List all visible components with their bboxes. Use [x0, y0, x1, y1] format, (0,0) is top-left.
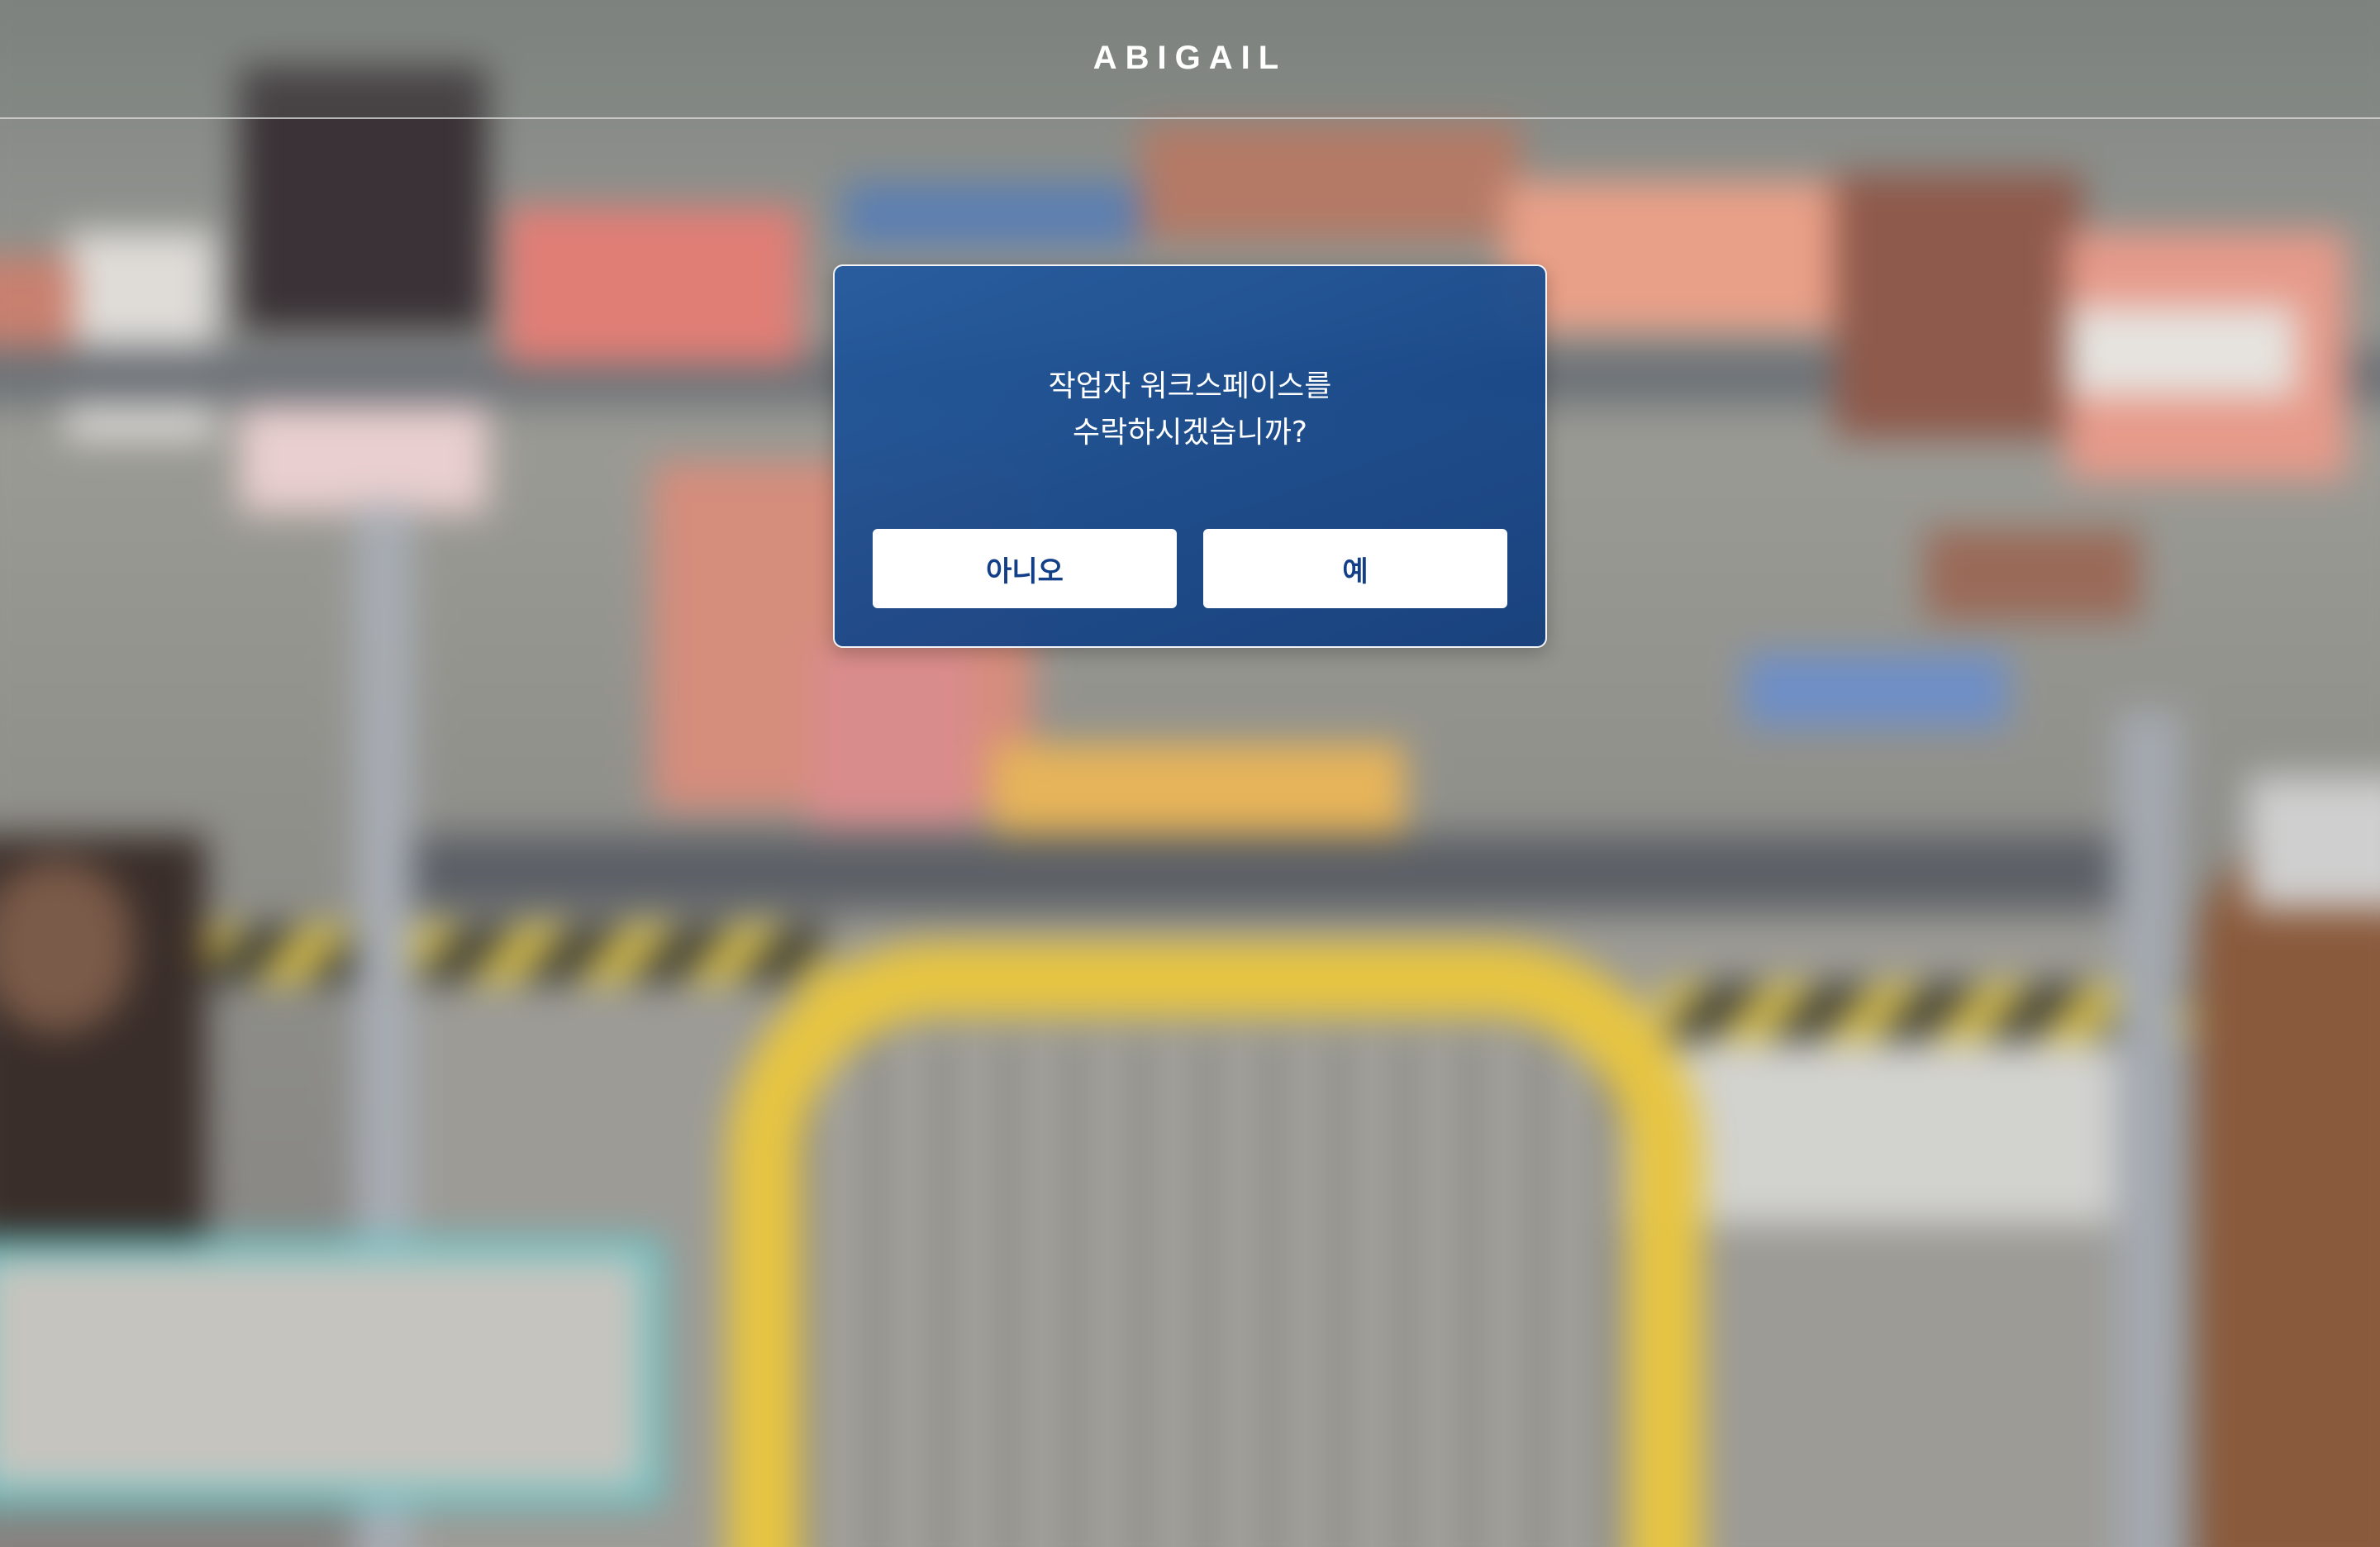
background-shape [843, 182, 1140, 248]
no-button[interactable]: 아니오 [873, 529, 1177, 608]
background-shape [2066, 306, 2297, 397]
background-shape [727, 942, 1702, 1547]
background-shape [66, 231, 215, 438]
background-shape [1925, 529, 2140, 620]
dialog-message-line-2: 수락하시겠습니까? [1072, 416, 1308, 450]
background-shape [2248, 777, 2380, 909]
background-shape [810, 645, 975, 826]
background-shape [504, 207, 802, 364]
accept-workspace-dialog: 작업자 워크스페이스를 수락하시겠습니까? 아니오 예 [833, 264, 1547, 648]
blurred-camera-background [0, 0, 2380, 1547]
top-bar: ABIGAIL [0, 0, 2380, 119]
background-shape [1744, 653, 2008, 727]
app-title: ABIGAIL [1092, 39, 1288, 76]
background-shape [198, 926, 826, 983]
background-shape [0, 1240, 661, 1504]
background-shape [0, 859, 132, 1033]
yes-button[interactable]: 예 [1203, 529, 1507, 608]
background-shape [992, 744, 1405, 843]
background-shape [2116, 711, 2182, 1547]
dialog-message: 작업자 워크스페이스를 수락하시겠습니까? [835, 364, 1545, 456]
app-screen: ABIGAIL 작업자 워크스페이스를 수락하시겠습니까? 아니오 예 [0, 0, 2380, 1547]
background-shape [2198, 843, 2380, 1547]
background-shape [1504, 182, 1851, 331]
background-shape [1140, 124, 1521, 240]
dialog-message-line-1: 작업자 워크스페이스를 [1048, 369, 1332, 403]
background-shape [1835, 174, 2082, 438]
background-shape [413, 835, 2132, 909]
background-shape [1661, 983, 2190, 1041]
